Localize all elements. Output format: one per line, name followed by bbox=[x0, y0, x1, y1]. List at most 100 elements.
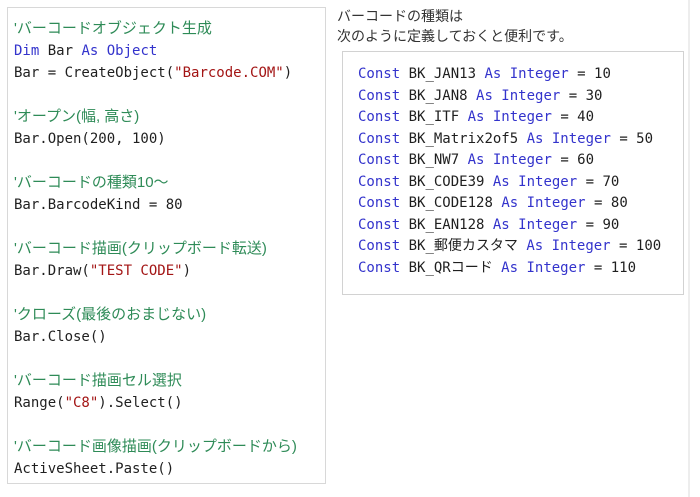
code-token-kw: As Integer bbox=[493, 174, 577, 190]
code-token-kw: Const bbox=[358, 88, 400, 104]
code-line: Const BK_CODE128 As Integer = 80 bbox=[358, 193, 683, 215]
note-text: バーコードの種類は 次のように定義しておくと便利です。 bbox=[337, 6, 687, 46]
code-line: Bar.BarcodeKind = 80 bbox=[14, 194, 321, 216]
blank-line bbox=[14, 84, 321, 106]
code-token-kw: Const bbox=[358, 131, 400, 147]
code-token-st: "C8" bbox=[65, 395, 99, 411]
const-definitions-panel: Const BK_JAN13 As Integer = 10Const BK_J… bbox=[342, 51, 684, 295]
comment-line: 'バーコード描画(クリップボード転送) bbox=[14, 238, 321, 260]
code-token-pl: BK_CODE128 bbox=[400, 195, 501, 211]
code-token-kw: As Integer bbox=[476, 88, 560, 104]
code-token-cm: 'バーコード描画(クリップボード転送) bbox=[14, 240, 267, 257]
code-line: Const BK_JAN13 As Integer = 10 bbox=[358, 64, 683, 86]
code-token-pl: Bar.Open(200, 100) bbox=[14, 131, 166, 147]
code-token-cm: 'バーコードオブジェクト生成 bbox=[14, 20, 212, 37]
comment-line: 'バーコードの種類10〜 bbox=[14, 172, 321, 194]
code-line: Const BK_EAN128 As Integer = 90 bbox=[358, 215, 683, 237]
code-token-st: "TEST CODE" bbox=[90, 263, 183, 279]
code-token-kw: As Integer bbox=[526, 238, 610, 254]
content-right-border bbox=[688, 0, 690, 497]
code-token-pl: = 90 bbox=[577, 217, 619, 233]
code-line: Bar.Open(200, 100) bbox=[14, 128, 321, 150]
code-token-cm: 'バーコードの種類10〜 bbox=[14, 174, 169, 191]
code-token-pl: BK_ITF bbox=[400, 109, 467, 125]
note-line-2: 次のように定義しておくと便利です。 bbox=[337, 26, 687, 46]
page: 'バーコードオブジェクト生成Dim Bar As ObjectBar = Cre… bbox=[0, 0, 700, 497]
code-line: Const BK_JAN8 As Integer = 30 bbox=[358, 86, 683, 108]
code-token-cm: 'クローズ(最後のおまじない) bbox=[14, 306, 206, 323]
code-token-cm: 'オープン(幅, 高さ) bbox=[14, 108, 139, 125]
code-token-pl: Bar bbox=[39, 43, 81, 59]
code-token-pl: Bar.BarcodeKind = 80 bbox=[14, 197, 183, 213]
blank-line bbox=[14, 282, 321, 304]
comment-line: 'オープン(幅, 高さ) bbox=[14, 106, 321, 128]
code-token-kw: As Integer bbox=[468, 152, 552, 168]
code-token-pl: = 10 bbox=[569, 66, 611, 82]
code-token-kw: Const bbox=[358, 66, 400, 82]
code-token-kw: Const bbox=[358, 217, 400, 233]
code-line: Const BK_郵便カスタマ As Integer = 100 bbox=[358, 236, 683, 258]
code-line: Const BK_Matrix2of5 As Integer = 50 bbox=[358, 129, 683, 151]
code-token-pl: Bar = CreateObject( bbox=[14, 65, 174, 81]
code-token-kw: Const bbox=[358, 260, 400, 276]
code-token-kw: As Integer bbox=[493, 217, 577, 233]
code-token-pl: Range( bbox=[14, 395, 65, 411]
code-token-pl: = 40 bbox=[552, 109, 594, 125]
code-line: Bar.Close() bbox=[14, 326, 321, 348]
blank-line bbox=[14, 348, 321, 370]
code-token-pl: BK_CODE39 bbox=[400, 174, 493, 190]
code-token-pl: BK_NW7 bbox=[400, 152, 467, 168]
code-line: Const BK_QRコード As Integer = 110 bbox=[358, 258, 683, 280]
code-token-pl: = 100 bbox=[611, 238, 662, 254]
note-line-1: バーコードの種類は bbox=[337, 6, 687, 26]
blank-line bbox=[14, 150, 321, 172]
comment-line: 'バーコード描画セル選択 bbox=[14, 370, 321, 392]
code-line: Bar = CreateObject("Barcode.COM") bbox=[14, 62, 321, 84]
code-token-pl: BK_Matrix2of5 bbox=[400, 131, 526, 147]
code-line: Range("C8").Select() bbox=[14, 392, 321, 414]
code-token-kw: Const bbox=[358, 174, 400, 190]
code-token-pl: = 70 bbox=[577, 174, 619, 190]
code-line: Const BK_CODE39 As Integer = 70 bbox=[358, 172, 683, 194]
code-token-pl: ).Select() bbox=[98, 395, 182, 411]
code-token-pl: BK_郵便カスタマ bbox=[400, 238, 526, 254]
code-token-kw: Const bbox=[358, 238, 400, 254]
code-token-pl: = 30 bbox=[560, 88, 602, 104]
comment-line: 'バーコードオブジェクト生成 bbox=[14, 18, 321, 40]
blank-line bbox=[14, 414, 321, 436]
code-token-pl: ) bbox=[183, 263, 191, 279]
code-token-pl: BK_EAN128 bbox=[400, 217, 493, 233]
code-token-pl: BK_JAN8 bbox=[400, 88, 476, 104]
code-token-pl: BK_JAN13 bbox=[400, 66, 484, 82]
code-token-pl: = 50 bbox=[611, 131, 653, 147]
comment-line: 'クローズ(最後のおまじない) bbox=[14, 304, 321, 326]
code-line: Const BK_NW7 As Integer = 60 bbox=[358, 150, 683, 172]
code-line: Const BK_ITF As Integer = 40 bbox=[358, 107, 683, 129]
code-token-pl: ) bbox=[284, 65, 292, 81]
code-token-kw: Const bbox=[358, 195, 400, 211]
code-token-pl: Bar.Draw( bbox=[14, 263, 90, 279]
code-token-pl: = 80 bbox=[586, 195, 628, 211]
code-token-pl: = 110 bbox=[585, 260, 636, 276]
code-token-cm: 'バーコード画像描画(クリップボードから) bbox=[14, 438, 297, 455]
code-token-kw: As Integer bbox=[501, 195, 585, 211]
code-token-kw: Dim bbox=[14, 43, 39, 59]
blank-line bbox=[14, 216, 321, 238]
code-line: Dim Bar As Object bbox=[14, 40, 321, 62]
code-token-pl: BK_QRコード bbox=[400, 260, 501, 276]
code-token-kw: As Object bbox=[81, 43, 157, 59]
code-line: Bar.Draw("TEST CODE") bbox=[14, 260, 321, 282]
code-token-kw: As Integer bbox=[468, 109, 552, 125]
code-token-pl: Bar.Close() bbox=[14, 329, 107, 345]
comment-line: 'バーコード画像描画(クリップボードから) bbox=[14, 436, 321, 458]
code-token-kw: Const bbox=[358, 109, 400, 125]
vba-code-panel: 'バーコードオブジェクト生成Dim Bar As ObjectBar = Cre… bbox=[7, 7, 326, 484]
code-token-kw: As Integer bbox=[484, 66, 568, 82]
code-line: ActiveSheet.Paste() bbox=[14, 458, 321, 480]
code-token-kw: As Integer bbox=[527, 131, 611, 147]
code-token-pl: ActiveSheet.Paste() bbox=[14, 461, 174, 477]
code-token-pl: = 60 bbox=[552, 152, 594, 168]
code-token-cm: 'バーコード描画セル選択 bbox=[14, 372, 182, 389]
code-token-st: "Barcode.COM" bbox=[174, 65, 284, 81]
code-token-kw: Const bbox=[358, 152, 400, 168]
